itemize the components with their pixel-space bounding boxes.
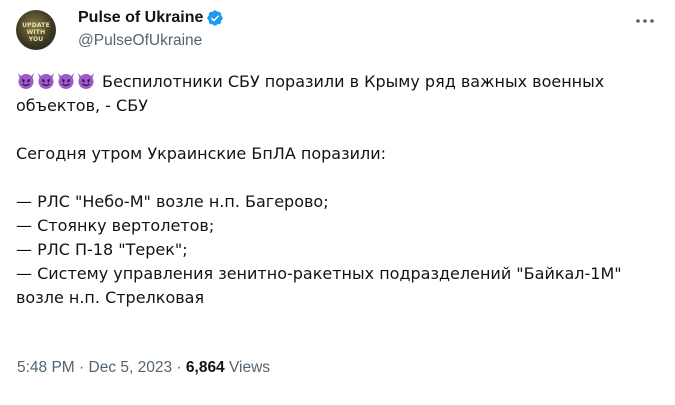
list-item: — Стоянку вертолетов;	[16, 216, 215, 235]
list-item: — РЛС П-18 "Терек";	[16, 240, 188, 259]
author-name-row: Pulse of Ukraine	[78, 9, 224, 27]
tweet: UPDATE WITH YOU Pulse of Ukraine @PulseO…	[0, 0, 675, 405]
list-item-continuation: возле н.п. Стрелковая	[16, 288, 205, 307]
tweet-headline-text: Беспилотники СБУ поразили в Крыму ряд ва…	[102, 72, 605, 91]
views-count[interactable]: 6,864	[186, 359, 225, 376]
smiling-imp-icon	[38, 73, 54, 89]
tweet-time[interactable]: 5:48 PM	[17, 359, 75, 376]
meta-separator: ·	[172, 359, 186, 376]
tweet-headline-line: Беспилотники СБУ поразили в Крыму ряд ва…	[16, 70, 656, 94]
tweet-meta: 5:48 PM · Dec 5, 2023 · 6,864 Views	[17, 359, 270, 377]
tweet-text: Беспилотники СБУ поразили в Крыму ряд ва…	[16, 70, 656, 310]
tweet-intro: Сегодня утром Украинские БпЛА поразили:	[16, 144, 386, 163]
tweet-date[interactable]: Dec 5, 2023	[89, 359, 173, 376]
verified-badge-icon	[207, 10, 224, 26]
author-handle[interactable]: @PulseOfUkraine	[78, 32, 202, 50]
tweet-headline-continuation: объектов, - СБУ	[16, 96, 148, 115]
meta-separator: ·	[74, 359, 89, 376]
list-item: — Систему управления зенитно-ракетных по…	[16, 264, 622, 283]
views-label: Views	[224, 359, 271, 376]
avatar[interactable]: UPDATE WITH YOU	[16, 10, 56, 50]
smiling-imp-icon	[78, 73, 94, 89]
emoji-group	[16, 70, 96, 97]
smiling-imp-icon	[58, 73, 74, 89]
smiling-imp-icon	[18, 73, 34, 89]
list-item: — РЛС "Небо-М" возле н.п. Багерово;	[16, 192, 329, 211]
more-options-icon[interactable]	[632, 12, 658, 30]
author-display-name[interactable]: Pulse of Ukraine	[78, 9, 203, 27]
avatar-text: UPDATE WITH YOU	[22, 22, 50, 43]
